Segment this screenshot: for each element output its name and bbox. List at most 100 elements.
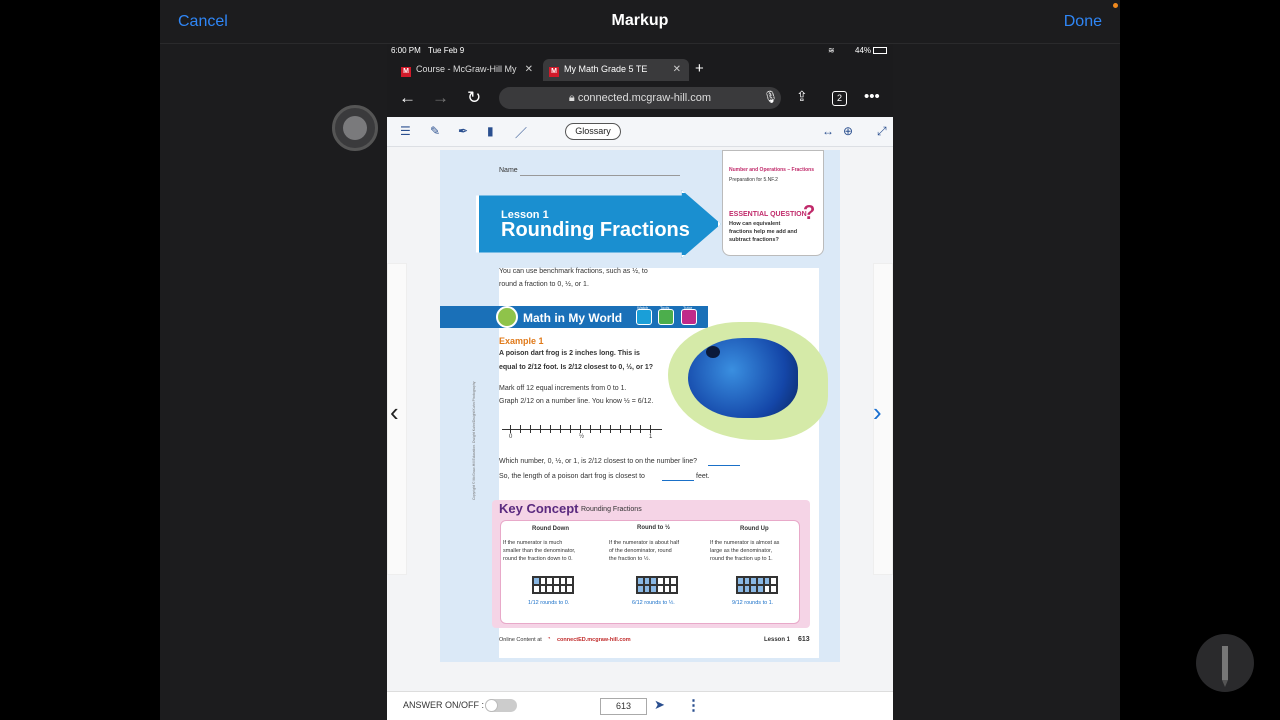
number-line-tick: [510, 425, 511, 433]
grid-cell: [663, 585, 671, 593]
microphone-icon[interactable]: 🎙︎: [763, 90, 778, 104]
close-tab-icon[interactable]: ✕: [673, 64, 681, 75]
grid-cell-filled: [750, 585, 757, 593]
round-half-head: Round to ½: [637, 525, 670, 531]
round-down-example: 1/12 rounds to 0.: [528, 600, 570, 606]
grid-cell: [770, 585, 777, 593]
fullscreen-icon[interactable]: ⤢: [877, 124, 887, 139]
color-swatch: [343, 116, 367, 140]
url-bar: ← → ↻ 🔒︎ connected.mcgraw-hill.com 🎙︎ ⇪ …: [387, 81, 893, 117]
number-line-tick: [570, 425, 571, 433]
grid-cell: [770, 577, 777, 585]
battery-percent: 44%: [855, 46, 872, 55]
tools-icon[interactable]: [658, 309, 674, 325]
tools-label: Tools: [660, 305, 670, 310]
highlighter-icon[interactable]: ✎: [430, 124, 440, 138]
number-line-tick: [650, 425, 651, 433]
new-tab-icon[interactable]: +: [695, 60, 704, 77]
number-line-tick: [550, 425, 551, 433]
watch-icon[interactable]: [636, 309, 652, 325]
number-line-tick: [540, 425, 541, 433]
grid-cell-filled: [643, 585, 651, 593]
number-line-tick: [610, 425, 611, 433]
recording-indicator: [1113, 3, 1118, 8]
number-line-label-0: 0: [509, 434, 513, 440]
grid-cell: [559, 585, 567, 593]
round-down-l1: If the numerator is much: [503, 540, 563, 546]
standard-domain: Number and Operations – Fractions: [729, 167, 815, 173]
more-icon[interactable]: •••: [864, 88, 880, 105]
tab-course[interactable]: M Course - McGraw-Hill My ✕: [395, 59, 541, 81]
connected-icon: ◔: [547, 636, 551, 642]
grid-cell-filled: [756, 577, 764, 585]
example-title: Example 1: [499, 336, 544, 346]
number-line-tick: [590, 425, 591, 433]
lesson-title: Rounding Fractions: [501, 219, 690, 241]
url-text: connected.mcgraw-hill.com: [577, 92, 712, 104]
list-icon[interactable]: ☰: [400, 124, 411, 138]
next-page-icon[interactable]: ›: [873, 397, 882, 428]
round-up-l3: round the fraction up to 1.: [710, 556, 773, 562]
tab-my-math[interactable]: M My Math Grade 5 TE ✕: [543, 59, 689, 81]
grid-cell: [552, 577, 560, 585]
forward-icon[interactable]: →: [432, 88, 449, 108]
fit-width-icon[interactable]: ↔: [822, 124, 834, 138]
status-date: Tue Feb 9: [428, 46, 465, 55]
grid-cell-filled: [743, 577, 751, 585]
grid-cell: [533, 585, 540, 593]
done-button[interactable]: Done: [1064, 13, 1102, 31]
color-picker-circle[interactable]: [332, 105, 378, 151]
tab-count-button[interactable]: 2: [832, 91, 847, 106]
mark-line-2: Graph 2/12 on a number line. You know ½ …: [499, 398, 654, 405]
intro-line-2: round a fraction to 0, ½, or 1.: [499, 281, 589, 288]
grid-cell-filled: [750, 577, 757, 585]
status-time: 6:00 PM: [391, 46, 421, 55]
globe-icon: [496, 306, 518, 328]
answer-blank-1[interactable]: [708, 465, 740, 466]
key-concept-title: Key Concept: [499, 501, 579, 516]
glossary-button[interactable]: Glossary: [565, 123, 621, 140]
poison-dart-frog-image: [688, 338, 798, 418]
grid-cell-filled: [650, 585, 657, 593]
grid-cell-filled: [643, 577, 651, 585]
zoom-icon[interactable]: ⊕: [843, 124, 853, 138]
footer-page-number: 613: [798, 636, 810, 643]
page-number-input[interactable]: 613: [600, 698, 647, 715]
number-line-tick: [630, 425, 631, 433]
tutor-icon[interactable]: [681, 309, 697, 325]
lock-icon: 🔒︎: [568, 92, 575, 104]
previous-page-icon[interactable]: ‹: [390, 397, 399, 428]
frog-eye: [706, 346, 720, 358]
address-field[interactable]: 🔒︎ connected.mcgraw-hill.com: [499, 87, 781, 109]
pencil-tool-icon[interactable]: [1196, 634, 1254, 692]
question-mark-icon: ?: [803, 202, 816, 224]
grid-cell-filled: [743, 585, 751, 593]
number-line-tick: [600, 425, 601, 433]
back-icon[interactable]: ←: [399, 88, 416, 108]
grid-cell: [539, 577, 547, 585]
round-down-head: Round Down: [532, 526, 569, 532]
pencil-icon[interactable]: ／: [515, 124, 527, 141]
grid-cell-filled: [737, 585, 744, 593]
close-tab-icon[interactable]: ✕: [525, 64, 533, 75]
notebook-icon[interactable]: ▮: [487, 124, 494, 138]
pen-icon[interactable]: ✒: [458, 124, 468, 138]
footer-url[interactable]: connectED.mcgraw-hill.com: [557, 637, 631, 643]
reload-icon[interactable]: ↻: [467, 88, 481, 108]
ipad-screenshot: 6:00 PM Tue Feb 9 ≋ 44% M Course - McGraw…: [387, 44, 893, 720]
grid-cell: [546, 585, 553, 593]
grid-cell-filled: [533, 577, 540, 585]
grid-cell: [546, 577, 553, 585]
grid-cell-filled: [737, 577, 744, 585]
round-up-grid: [736, 576, 778, 594]
go-to-page-icon[interactable]: ➤: [654, 697, 665, 713]
answer-toggle[interactable]: [485, 699, 517, 712]
answer-blank-2[interactable]: [662, 480, 694, 481]
bottom-bar: ANSWER ON/OFF : 613 ➤ ⋮: [387, 691, 893, 720]
grid-cell: [763, 585, 771, 593]
share-icon[interactable]: ⇪: [796, 88, 808, 105]
more-options-icon[interactable]: ⋮: [686, 696, 701, 714]
grid-cell: [656, 585, 664, 593]
mark-line-1: Mark off 12 equal increments from 0 to 1…: [499, 385, 627, 392]
feet-label: feet.: [696, 473, 710, 480]
